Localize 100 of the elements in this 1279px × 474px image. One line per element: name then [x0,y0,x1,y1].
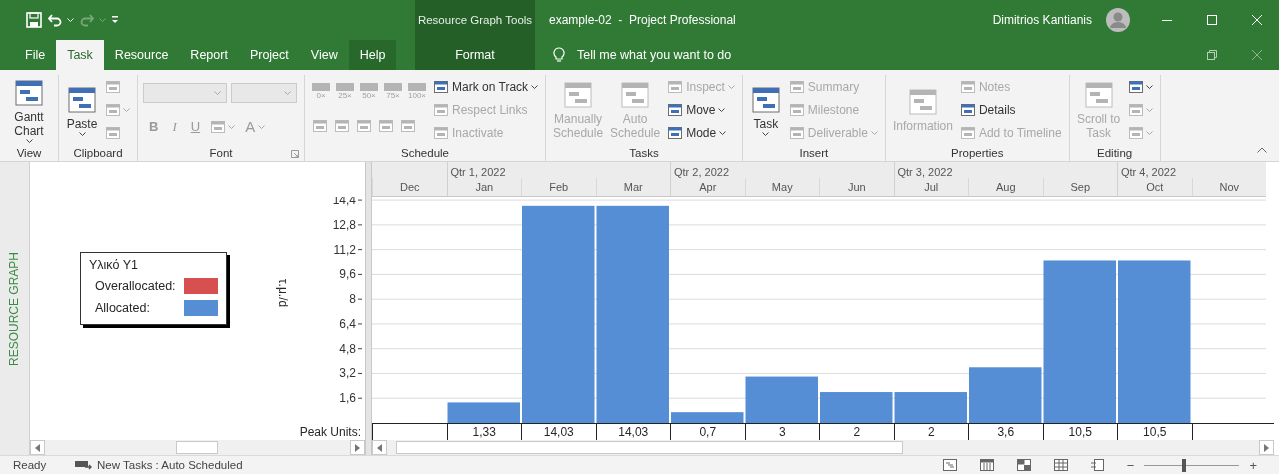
quarter-label: Qtr 1, 2022 [450,166,506,178]
ribbon-tab[interactable]: Resource [103,40,180,70]
close-icon [1251,50,1262,60]
legend-label: Allocated: [95,301,150,315]
scroll-right-button[interactable] [350,440,365,455]
bar-icon [336,82,354,91]
y-tick-label: 3,2 [339,366,357,381]
ribbon-button[interactable]: Move [665,98,728,121]
panel-icon [562,79,595,111]
axis-title: τ.μ./d [275,278,290,307]
legend-title: Υλικό Υ1 [89,258,139,272]
row-label: Peak Units: [299,424,361,439]
view-icon[interactable] [979,459,994,471]
group-label: Schedule [401,146,449,159]
square-icon [433,124,450,141]
view-icon[interactable] [1053,459,1068,471]
square-icon [433,78,450,95]
axis-tick-label: 3,2 [339,366,363,381]
ribbon-button[interactable]: Paste [64,83,100,136]
view-label: RESOURCE GRAPH [7,251,22,366]
y-tick-label: 11,2 [333,242,357,257]
month-label: Jun [847,181,866,193]
axis-tick-label: 12,8 [332,217,363,232]
right-triangle-icon [1264,443,1269,452]
ribbon-button[interactable]: Details [957,98,1018,121]
bar-icon [360,82,378,91]
caret-icon[interactable] [762,131,770,136]
square-icon [667,124,684,141]
axis-tick-label: 6,4 [339,316,363,331]
square-icon [667,101,684,118]
panel-icon [619,79,652,111]
axis-tick-label: 11,2 [333,242,363,257]
month-label: Dec [399,181,420,193]
status-text: New Tasks : Auto Scheduled [97,459,243,471]
task-arrow-icon[interactable] [75,459,93,471]
caret-icon[interactable] [1145,84,1153,89]
lightbulb-icon [553,47,565,63]
caret-icon[interactable] [719,130,727,135]
caret-icon[interactable] [718,107,726,112]
group-label: Editing [1097,146,1133,159]
ribbon-button[interactable]: Task [747,83,784,136]
tell-me-field[interactable]: Tell me what you want to do [575,47,799,63]
caret-icon[interactable] [78,131,86,136]
quarter-label: Qtr 3, 2022 [897,166,953,178]
month-label: Sep [1070,181,1091,193]
ribbon-tab[interactable]: View [299,40,349,70]
month-label: Nov [1219,181,1240,193]
ribbon-tab[interactable]: Help [348,40,397,70]
square-icon[interactable] [1127,78,1144,95]
dialog-launcher-icon[interactable] [291,150,299,158]
save-icon[interactable] [26,12,42,28]
ribbon-button[interactable]: Mark on Track [431,75,541,98]
square-icon [433,101,450,118]
avatar [1106,8,1130,32]
ribbon-tab[interactable]: Task [56,40,104,70]
left-triangle-icon [377,443,382,452]
panel-icon [906,86,939,118]
view-icon[interactable] [942,459,957,471]
square-icon [788,101,805,118]
y-tick-label: 8 [349,292,357,307]
y-tick-label: 6,4 [339,316,357,331]
ribbon-tab[interactable]: Project [238,40,300,70]
month-label: Feb [549,181,569,193]
ribbon-tab[interactable]: Format [415,40,535,70]
square-icon [667,78,684,95]
scrollbar-thumb[interactable] [395,441,904,454]
y-tick-label: 1,6 [339,391,357,406]
ribbon-tab[interactable]: File [14,40,57,70]
undo-icon[interactable] [47,12,63,28]
view-icon[interactable] [1016,459,1031,471]
chevron-up-icon[interactable] [1257,147,1267,153]
user-name: Dimitrios Kantianis [992,13,1092,27]
caret-icon[interactable] [25,138,33,143]
restore-icon [1206,50,1217,60]
scrollbar-thumb[interactable] [176,441,219,454]
maximize-icon [1206,15,1217,25]
customize-icon[interactable] [111,15,119,25]
axis-tick-label: 8 [349,292,363,307]
ribbon-tab[interactable]: Report [179,40,239,70]
zoom-out-button[interactable]: − [1126,457,1135,473]
view-icon[interactable] [1090,459,1105,471]
ribbon-button[interactable]: Gantt Chart [5,76,53,143]
status-text: Ready [12,459,48,471]
scroll-right-button[interactable] [1259,440,1274,455]
group-label: Insert [799,146,829,159]
zoom-in-button[interactable]: + [1249,457,1257,473]
scroll-left-button[interactable] [372,440,387,455]
y-tick-label: 12,8 [332,217,357,232]
axis-tick-label: 1,6 [339,391,363,406]
month-label: Oct [1146,181,1164,193]
y-tick-label: 9,6 [339,267,357,282]
panel-icon [1082,79,1115,111]
ribbon-button[interactable]: Mode [665,121,729,144]
caret-icon[interactable] [531,84,539,89]
bar-icon [408,82,426,91]
scroll-left-button[interactable] [30,440,45,455]
month-label: Jul [924,181,939,193]
slider-thumb[interactable] [1182,458,1187,472]
left-triangle-icon [35,443,40,452]
month-label: Aug [995,181,1016,193]
